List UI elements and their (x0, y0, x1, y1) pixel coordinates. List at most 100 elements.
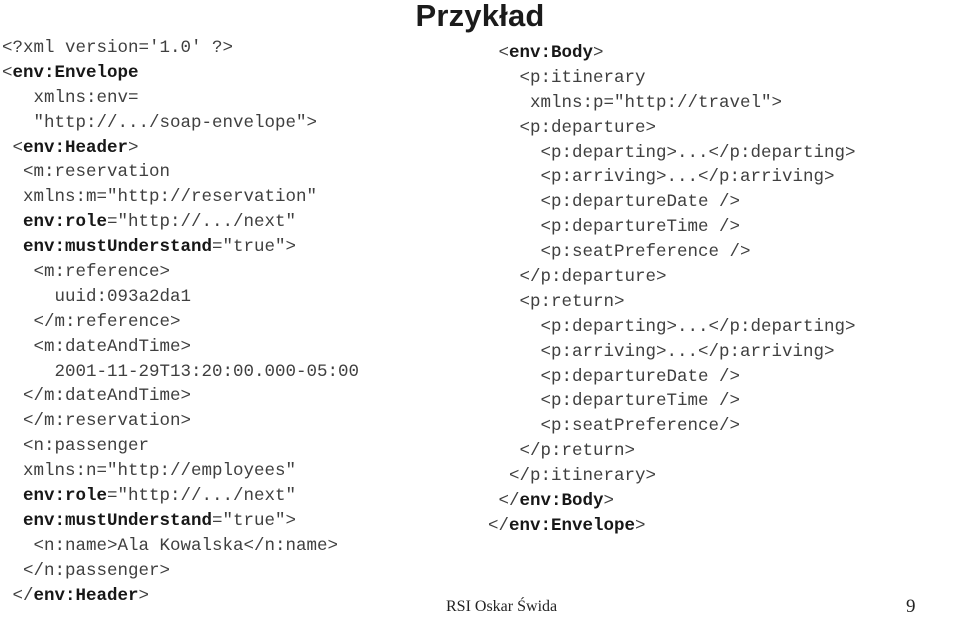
code-token: </p:return> (488, 441, 636, 462)
code-line: </m:reference> (2, 310, 472, 335)
code-token: > (138, 585, 150, 606)
code-token: </p:departure> (488, 267, 667, 288)
code-token: <m:dateAndTime> (2, 336, 192, 357)
code-token: </m:dateAndTime> (2, 386, 192, 407)
code-line: "http://.../soap-envelope"> (2, 111, 472, 136)
code-line: uuid:093a2da1 (2, 285, 472, 310)
code-line: <p:departureDate /> (488, 190, 960, 215)
code-line: <m:dateAndTime> (2, 335, 472, 360)
code-token-bold: env:Body (519, 491, 604, 512)
code-token: <p:seatPreference /> (488, 242, 751, 263)
code-block-left: <?xml version='1.0' ?> <env:Envelope xmln… (2, 36, 472, 608)
code-line: </m:dateAndTime> (2, 384, 472, 409)
code-token: <m:reservation (2, 162, 171, 183)
code-token: xmlns:p="http://travel"> (488, 92, 783, 113)
code-token: < (2, 137, 24, 158)
code-line: </p:departure> (488, 265, 960, 290)
code-line: xmlns:p="http://travel"> (488, 91, 960, 116)
slide-canvas: Przykład <?xml version='1.0' ?> <env:Enve… (0, 0, 960, 621)
code-token: <p:departureTime /> (488, 217, 741, 238)
code-line: <n:passenger (2, 434, 472, 459)
code-token: </m:reservation> (2, 411, 192, 432)
code-token-bold: env:Envelope (12, 62, 139, 83)
code-token: <p:departureDate /> (488, 192, 741, 213)
code-line: </p:return> (488, 439, 960, 464)
code-token-bold: env:Envelope (509, 515, 636, 536)
code-token-bold: env:role (23, 486, 108, 507)
code-line: env:role="http://.../next" (2, 210, 472, 235)
code-token: <n:name>Ala Kowalska</n:name> (2, 535, 339, 556)
code-token: > (128, 137, 139, 158)
code-line: </p:itinerary> (488, 464, 960, 489)
code-token: </p:itinerary> (488, 466, 657, 487)
code-token: </n:passenger> (2, 560, 171, 581)
code-line: 2001-11-29T13:20:00.000-05:00 (2, 360, 472, 385)
code-token: ="true"> (212, 237, 297, 258)
code-line: <p:return> (488, 290, 960, 315)
footer-author: RSI Oskar Świda (446, 598, 558, 615)
code-token: xmlns:n="http://employees" (2, 461, 297, 482)
code-line: <env:Body> (488, 41, 960, 66)
code-line: <p:departureDate /> (488, 365, 960, 390)
code-token: xmlns:env= (2, 87, 139, 108)
code-token: > (603, 491, 615, 512)
code-token: <p:seatPreference/> (488, 416, 741, 437)
code-token: <p:departing>...</p:departing> (488, 316, 856, 337)
code-token: <p:arriving>...</p:arriving> (488, 167, 835, 188)
code-line: </env:Body> (488, 489, 960, 514)
page-title: Przykład (415, 0, 545, 33)
code-token: <p:departureDate /> (488, 366, 741, 387)
code-token: < (2, 62, 13, 83)
code-token: <p:itinerary (488, 67, 646, 88)
code-token-bold: env:Header (23, 137, 129, 158)
code-token: uuid:093a2da1 (2, 286, 192, 307)
code-line: </m:reservation> (2, 409, 472, 434)
code-block-right: <env:Body> <p:itinerary xmlns:p="http://… (488, 41, 960, 539)
code-line: <m:reservation (2, 160, 472, 185)
code-line: xmlns:m="http://reservation" (2, 185, 472, 210)
code-line: <env:Header> (2, 136, 472, 161)
code-line: <p:seatPreference/> (488, 414, 960, 439)
code-token: <p:arriving>...</p:arriving> (488, 341, 835, 362)
code-line: <p:departure> (488, 116, 960, 141)
code-token: ="http://.../next" (107, 486, 297, 507)
code-token: <?xml version='1.0' ?> (2, 38, 234, 58)
code-token: > (593, 43, 604, 63)
code-token: < (488, 43, 510, 63)
code-token: <p:departureTime /> (488, 391, 741, 412)
code-line: <p:departureTime /> (488, 215, 960, 240)
code-token: > (635, 515, 646, 536)
code-line: <m:reference> (2, 260, 472, 285)
code-token: </ (488, 491, 520, 512)
code-token-bold: env:mustUnderstand (23, 237, 213, 258)
code-line: </env:Envelope> (488, 514, 960, 539)
page-number: 9 (906, 596, 916, 617)
code-token: </m:reference> (2, 311, 181, 332)
code-token: xmlns:m="http://reservation" (2, 187, 318, 208)
code-line: <env:Envelope (2, 61, 472, 86)
code-token: <n:passenger (2, 436, 150, 457)
code-line: <p:departureTime /> (488, 389, 960, 414)
code-token: ="http://.../next" (107, 212, 297, 233)
code-line: xmlns:n="http://employees" (2, 459, 472, 484)
code-line: env:role="http://.../next" (2, 484, 472, 509)
code-line: </n:passenger> (2, 559, 472, 584)
code-line: <?xml version='1.0' ?> (2, 36, 472, 61)
code-token: <p:departure> (488, 117, 657, 138)
code-token-bold: env:Header (33, 585, 139, 606)
code-line: <p:arriving>...</p:arriving> (488, 340, 960, 365)
code-token: </ (2, 585, 34, 606)
code-line: <p:itinerary (488, 66, 960, 91)
code-token-bold: env:Body (509, 43, 594, 63)
code-token: <m:reference> (2, 262, 171, 283)
code-token: ="true"> (212, 510, 297, 531)
code-token: 2001-11-29T13:20:00.000-05:00 (2, 361, 360, 382)
code-token: </ (488, 515, 510, 536)
code-line: env:mustUnderstand="true"> (2, 509, 472, 534)
code-line: <p:departing>...</p:departing> (488, 141, 960, 166)
code-line: <p:departing>...</p:departing> (488, 315, 960, 340)
